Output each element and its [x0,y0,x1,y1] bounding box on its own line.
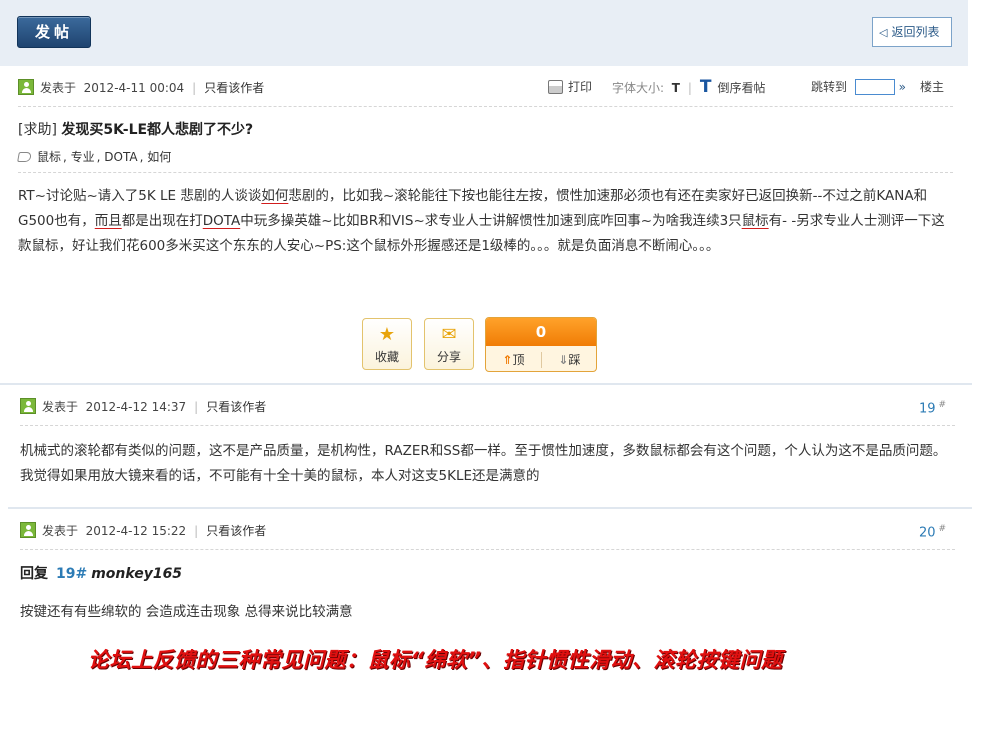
floor-number[interactable]: 20 # [919,524,946,540]
posted-prefix: 发表于 [42,524,79,538]
highlighted-text: DOTA [202,213,241,229]
divider [18,106,953,107]
post-separator [0,383,972,385]
only-author-link[interactable]: 只看该作者 [206,524,266,538]
floor-mark: # [938,524,947,534]
reply-20-body: 按键还有有些绵软的 会造成连击现象 总得来说比较满意 [20,604,353,620]
font-size-label: 字体大小: [612,81,665,95]
downvote-label: 踩 [568,353,581,367]
user-status-icon [18,79,34,95]
reply-word: 回复 [20,566,48,582]
only-author-link[interactable]: 只看该作者 [204,81,264,95]
star-icon: ★ [378,324,396,345]
separator: | [194,524,199,538]
posted-prefix: 发表于 [40,81,77,95]
share-label: 分享 [436,350,461,364]
printer-icon [548,80,563,94]
post-text: RT~讨论贴~请入了5K LE 悲剧的人谈谈 [18,188,262,204]
highlighted-text: 鼠标 [741,213,769,229]
reply-floor-link[interactable]: 19# [56,566,87,582]
op-meta: 发表于 2012-4-11 00:04 | 只看该作者 [18,76,264,100]
favorite-button[interactable]: ★ 收藏 [362,318,412,370]
divider [20,425,955,426]
highlighted-text: 如何 [261,188,289,204]
thread-title: [求助] 发现买5K-LE都人悲剧了不少? [18,119,253,139]
floor-number-text: 19 [919,401,936,417]
tag-icon [17,152,32,162]
upvote-label: 顶 [512,353,525,367]
share-button[interactable]: ✉ 分享 [424,318,474,370]
separator: | [687,81,692,95]
floor-mark: # [938,400,947,410]
post-date: 2012-4-12 15:22 [85,524,187,538]
font-small-button[interactable]: T [672,81,680,95]
top-toolbar: 发帖 ◁ 返回列表 [0,0,968,66]
print-link[interactable]: 打印 [548,77,592,97]
vote-widget: 0 ⇑顶 ⇓踩 [485,317,597,372]
reply-19-meta: 发表于 2012-4-12 14:37 | 只看该作者 [20,395,266,419]
tag-item[interactable]: , 如何 [140,150,172,164]
reply-19-body: 机械式的滚轮都有类似的问题，这不是产品质量，是机构性，RAZER和SS都一样。至… [20,443,947,484]
floor-number[interactable]: 19 # [919,400,946,416]
back-to-list-button[interactable]: ◁ 返回列表 [872,17,952,47]
down-arrow-icon: ⇓ [558,353,569,367]
reply-20-meta: 发表于 2012-4-12 15:22 | 只看该作者 [20,519,266,543]
tag-list: 鼠标, 专业, DOTA, 如何 [17,148,173,165]
print-label: 打印 [568,80,593,94]
new-post-button[interactable]: 发帖 [17,16,91,48]
jump-go-button[interactable]: » [899,80,906,94]
downvote-button[interactable]: ⇓踩 [542,348,596,371]
highlighted-text: 而且 [94,213,122,229]
annotation-caption: 论坛上反馈的三种常见问题：鼠标“绵软”、指针惯性滑动、滚轮按键问题 [88,648,783,672]
floor-label: 楼主 [920,80,945,94]
jump-to-control: 跳转到 » [811,77,910,97]
upvote-button[interactable]: ⇑顶 [486,348,541,371]
tag-item[interactable]: , DOTA [97,150,138,164]
thread-title-text: 发现买5K-LE都人悲剧了不少? [61,122,254,138]
reply-quote-header: 回复 19# monkey165 [20,563,182,583]
post-separator [8,507,972,509]
thread-category[interactable]: [求助] [18,122,57,138]
back-to-list-label: 返回列表 [891,25,940,39]
only-author-link[interactable]: 只看该作者 [206,400,266,414]
tag-item[interactable]: 鼠标 [37,150,61,164]
share-icon: ✉ [441,324,457,345]
post-date: 2012-4-12 14:37 [85,400,187,414]
divider [18,172,953,173]
tag-item[interactable]: , 专业 [63,150,95,164]
favorite-label: 收藏 [374,350,399,364]
posted-prefix: 发表于 [42,400,79,414]
separator: | [192,81,197,95]
up-arrow-icon: ⇑ [502,353,513,367]
font-size-control: 字体大小: T | T 倒序看帖 [612,77,766,97]
jump-floor-input[interactable] [854,79,895,95]
user-status-icon [20,398,36,414]
back-arrow-icon: ◁ [879,26,888,39]
divider [20,549,955,550]
floor-number-text: 20 [919,525,936,541]
op-post-body: RT~讨论贴~请入了5K LE 悲剧的人谈谈如何悲剧的，比如我~滚轮能往下按也能… [18,184,953,259]
post-text: 都是出现在打 [121,213,203,229]
reverse-order-link[interactable]: 倒序看帖 [718,81,766,95]
post-date: 2012-4-11 00:04 [83,81,185,95]
post-text: 中玩多操英雄~比如BR和VIS~求专业人士讲解惯性加速到底咋回事~为啥我连续3只 [240,213,742,229]
vote-count: 0 [486,318,596,346]
font-big-button[interactable]: T [700,77,712,97]
reply-username: monkey165 [91,566,183,582]
jump-label: 跳转到 [811,80,848,94]
separator: | [194,400,199,414]
user-status-icon [20,522,36,538]
